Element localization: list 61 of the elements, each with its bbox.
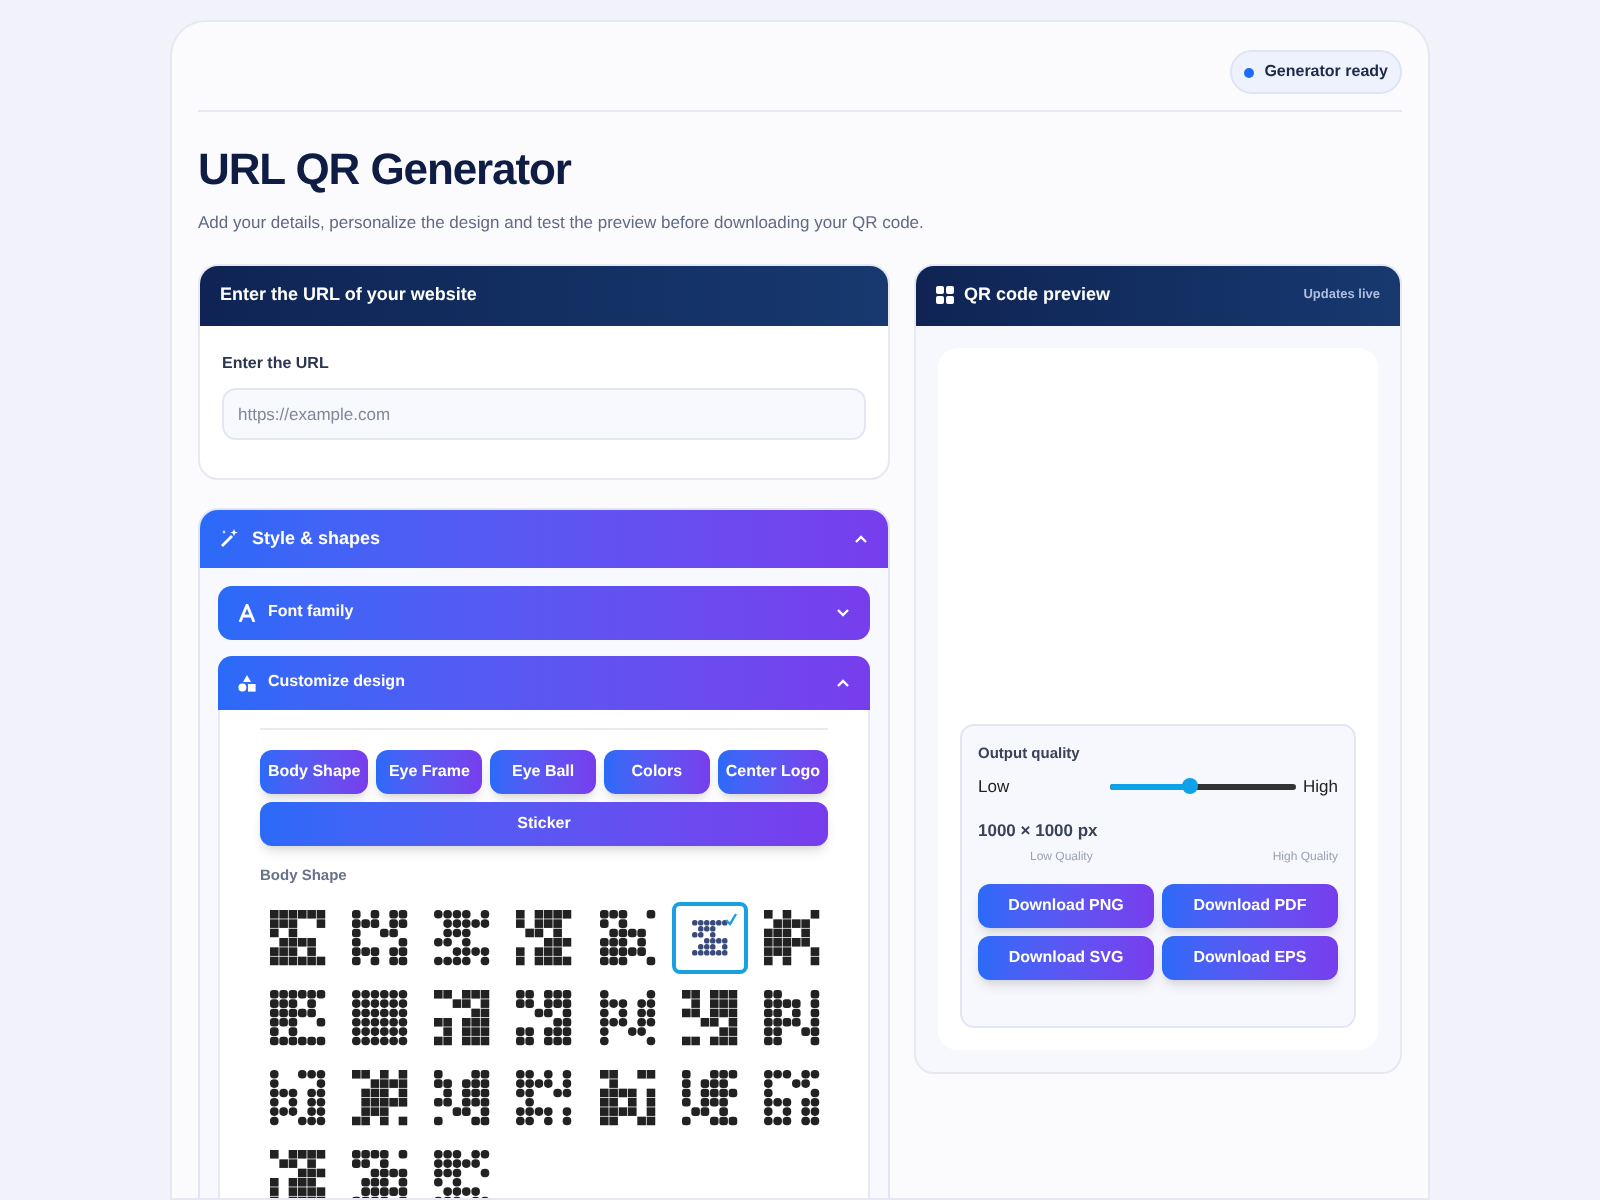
pattern-icon	[270, 1150, 326, 1198]
accordion-header[interactable]: Font family	[218, 585, 870, 640]
chevron-up-icon	[854, 533, 868, 544]
pattern-icon	[434, 1150, 491, 1198]
page-subtitle: Add your details, personalize the design and test the preview before downloading your QR code.	[198, 210, 926, 236]
download-button[interactable]: Download EPS	[1162, 935, 1338, 979]
accordion-header[interactable]: Customize design	[218, 655, 870, 710]
section-title: Style & shapes	[252, 525, 381, 552]
download-button[interactable]: Download SVG	[978, 935, 1154, 979]
pattern-icon	[352, 1150, 409, 1198]
pattern-icon	[434, 910, 491, 966]
pattern-icon	[434, 990, 491, 1046]
pattern-icon	[681, 1070, 738, 1126]
design-tab[interactable]: Eye Ball	[490, 749, 597, 794]
url-input-field[interactable]: https://example.com	[222, 387, 866, 440]
letter-a-icon	[238, 603, 256, 622]
style-shapes-header[interactable]: Style & shapes	[200, 509, 888, 568]
slider-max-label: High	[1303, 774, 1338, 800]
pattern-icon	[763, 1070, 820, 1126]
accordion-title: Font family	[268, 600, 354, 625]
page-title: URL QR Generator	[198, 142, 574, 198]
field-label: Enter the URL	[222, 351, 331, 376]
status-text: Generator ready	[1264, 60, 1388, 84]
pattern-icon	[681, 990, 738, 1046]
pattern-icon	[516, 910, 573, 966]
slider-thumb[interactable]	[1182, 778, 1199, 795]
pattern-icon	[352, 1070, 409, 1126]
shape-option[interactable]	[671, 902, 748, 974]
pattern-icon	[599, 910, 656, 966]
design-tab[interactable]: Eye Frame	[376, 749, 483, 794]
pattern-icon	[516, 1070, 573, 1126]
check-icon	[723, 912, 738, 926]
pattern-icon	[599, 1070, 656, 1126]
design-tab[interactable]: Colors	[604, 749, 710, 794]
pattern-icon	[270, 1070, 326, 1126]
pattern-icon	[599, 990, 656, 1046]
pattern-icon	[763, 990, 820, 1046]
quality-slider[interactable]	[1109, 778, 1296, 795]
pattern-icon	[270, 910, 326, 966]
accordion-title: Customize design	[268, 670, 405, 695]
pattern-icon	[691, 920, 728, 956]
slider-min-label: Low	[978, 774, 1010, 800]
pattern-icon	[270, 990, 326, 1046]
grid-icon	[936, 286, 954, 305]
pattern-icon	[763, 910, 820, 966]
design-tab[interactable]: Center Logo	[717, 749, 829, 794]
pattern-icon	[516, 990, 573, 1046]
card-header: QR code preview	[964, 282, 1111, 308]
card-header: Enter the URL of your website	[200, 265, 888, 326]
resolution-text: 1000 × 1000 px	[978, 817, 1100, 843]
download-button[interactable]: Download PDF	[1162, 883, 1338, 927]
chevron-up-icon	[836, 677, 850, 688]
shapes-icon	[238, 673, 256, 692]
magic-wand-icon	[220, 528, 240, 549]
pattern-icon	[352, 990, 409, 1046]
pattern-icon	[352, 910, 409, 966]
chevron-down-icon	[836, 607, 850, 618]
design-tab[interactable]: Body Shape	[260, 749, 369, 794]
design-tab[interactable]: Sticker	[260, 801, 828, 846]
download-button[interactable]: Download PNG	[978, 883, 1154, 927]
pattern-icon	[434, 1070, 491, 1126]
